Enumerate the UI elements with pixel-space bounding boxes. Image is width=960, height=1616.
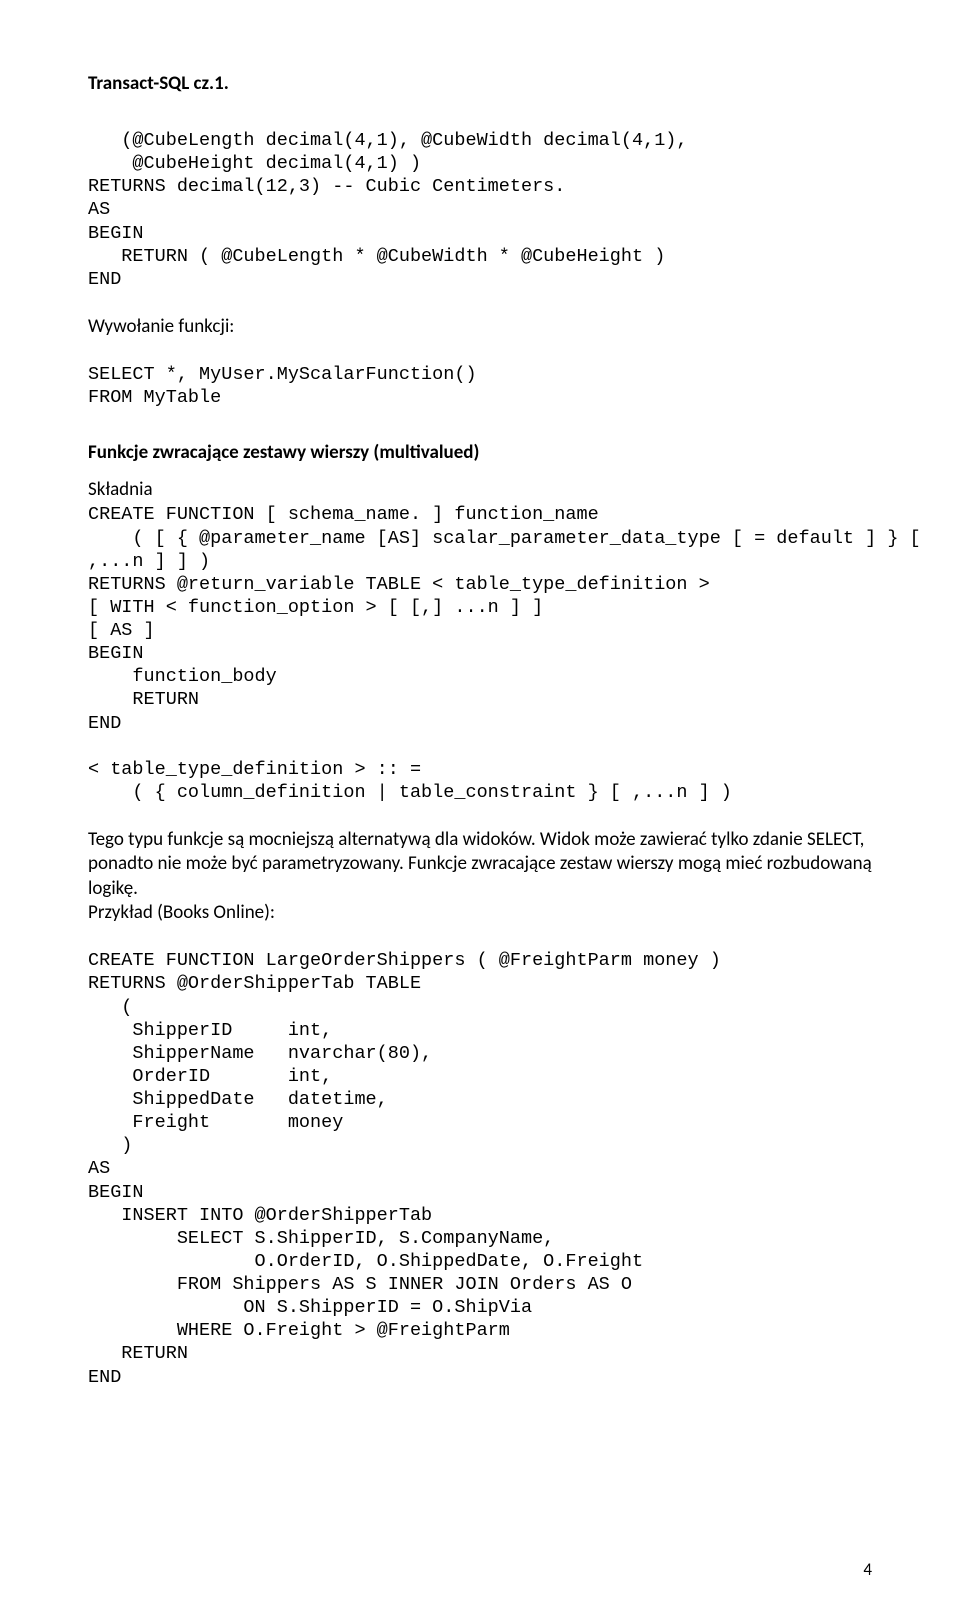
label-example: Przykład (Books Online): xyxy=(88,901,872,925)
code-block-example: CREATE FUNCTION LargeOrderShippers ( @Fr… xyxy=(88,949,872,1388)
label-syntax: Składnia xyxy=(88,478,872,501)
section-heading-multivalued: Funkcje zwracające zestawy wierszy (mult… xyxy=(88,441,872,464)
code-block-select: SELECT *, MyUser.MyScalarFunction() FROM… xyxy=(88,363,872,409)
code-block-syntax: CREATE FUNCTION [ schema_name. ] functio… xyxy=(88,503,872,804)
paragraph-description: Tego typu funkcje są mocniejszą alternat… xyxy=(88,828,872,901)
code-block-function-definition: (@CubeLength decimal(4,1), @CubeWidth de… xyxy=(88,129,872,291)
page-title: Transact-SQL cz.1. xyxy=(88,72,872,95)
label-call-function: Wywołanie funkcji: xyxy=(88,315,872,339)
page-number: 4 xyxy=(863,1559,872,1580)
document-page: Transact-SQL cz.1. (@CubeLength decimal(… xyxy=(0,0,960,1616)
